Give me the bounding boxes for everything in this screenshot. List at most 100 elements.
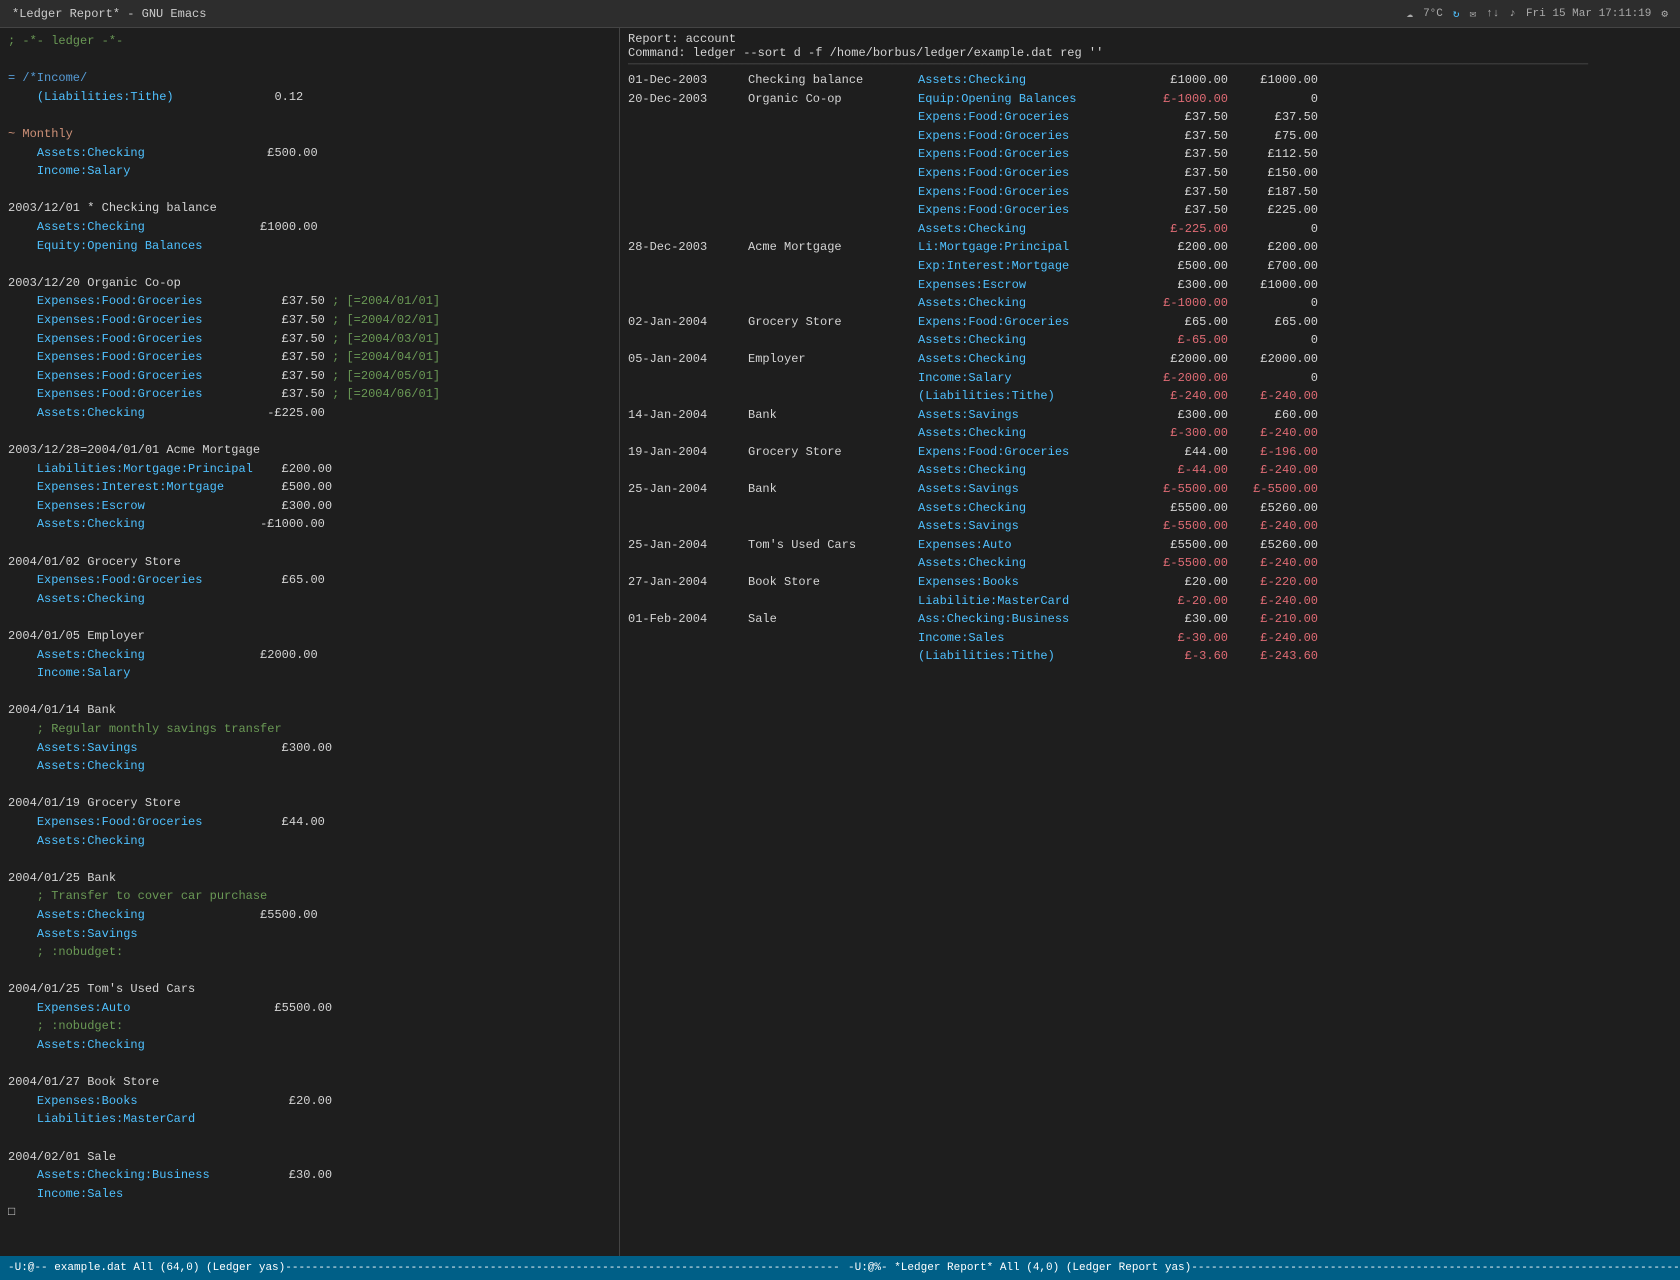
code-line: Expenses:Escrow £300.00 — [0, 497, 619, 516]
code-line: = /*Income/ — [0, 69, 619, 88]
monthly-tag: ~ Monthly — [0, 125, 619, 144]
report-entry: 28-Dec-2003 Acme Mortgage Li:Mortgage:Pr… — [620, 238, 1680, 257]
window-title: *Ledger Report* - GNU Emacs — [12, 7, 206, 21]
temperature: 7°C — [1423, 8, 1443, 20]
left-pane: ; -*- ledger -*- = /*Income/ (Liabilitie… — [0, 28, 620, 1256]
report-entry: Income:Salary £-2000.000 — [620, 369, 1680, 388]
volume-icon[interactable]: ♪ — [1509, 8, 1516, 20]
settings-icon[interactable]: ⚙ — [1661, 7, 1668, 21]
code-line: Income:Salary — [0, 162, 619, 181]
report-entry: Expenses:Escrow £300.00£1000.00 — [620, 276, 1680, 295]
report-entry: Expens:Food:Groceries £37.50£112.50 — [620, 145, 1680, 164]
report-entry: Expens:Food:Groceries £37.50£75.00 — [620, 127, 1680, 146]
network-icon: ↑↓ — [1486, 8, 1499, 20]
report-entry: 20-Dec-2003 Organic Co-op Equip:Opening … — [620, 90, 1680, 109]
code-line: ; -*- ledger -*- — [0, 32, 619, 51]
report-entry: 19-Jan-2004 Grocery Store Expens:Food:Gr… — [620, 443, 1680, 462]
report-entry: 05-Jan-2004 Employer Assets:Checking £20… — [620, 350, 1680, 369]
code-line: Expenses:Auto £5500.00 — [0, 999, 619, 1018]
refresh-icon[interactable]: ↻ — [1453, 7, 1460, 21]
statusbar: -U:@-- example.dat All (64,0) (Ledger ya… — [0, 1256, 1680, 1280]
code-line: Expenses:Food:Groceries £37.50 ; [=2004/… — [0, 367, 619, 386]
report-entry: 25-Jan-2004 Tom's Used Cars Expenses:Aut… — [620, 536, 1680, 555]
report-entry: 01-Feb-2004 Sale Ass:Checking:Business £… — [620, 610, 1680, 629]
code-line: ; :nobudget: — [0, 943, 619, 962]
code-line: 2003/12/20 Organic Co-op — [0, 274, 619, 293]
code-line: Assets:Checking £2000.00 — [0, 646, 619, 665]
report-label: Report: account — [620, 32, 1680, 46]
report-entry: 01-Dec-2003 Checking balance Assets:Chec… — [620, 71, 1680, 90]
right-pane: Report: account Command: ledger --sort d… — [620, 28, 1680, 1256]
report-entry: Expens:Food:Groceries £37.50£150.00 — [620, 164, 1680, 183]
report-entry: Income:Sales £-30.00£-240.00 — [620, 629, 1680, 648]
code-line: 2004/01/05 Employer — [0, 627, 619, 646]
report-entry: Assets:Savings £-5500.00£-240.00 — [620, 517, 1680, 536]
report-entry: 14-Jan-2004 Bank Assets:Savings £300.00£… — [620, 406, 1680, 425]
code-line: Expenses:Food:Groceries £65.00 — [0, 571, 619, 590]
statusbar-right: -U:@%- *Ledger Report* All (4,0) (Ledger… — [840, 1262, 1680, 1274]
code-line: 2003/12/28=2004/01/01 Acme Mortgage — [0, 441, 619, 460]
code-line: Assets:Checking — [0, 1036, 619, 1055]
report-entry: Assets:Checking £-1000.000 — [620, 294, 1680, 313]
report-entry: Assets:Checking £-300.00£-240.00 — [620, 424, 1680, 443]
titlebar: *Ledger Report* - GNU Emacs ☁ 7°C ↻ ✉ ↑↓… — [0, 0, 1680, 28]
cursor-line: □ — [0, 1203, 619, 1222]
code-line: 2004/01/14 Bank — [0, 701, 619, 720]
report-entry: (Liabilities:Tithe) £-3.60£-243.60 — [620, 647, 1680, 666]
code-line: Assets:Checking:Business £30.00 — [0, 1166, 619, 1185]
code-line: Income:Salary — [0, 664, 619, 683]
weather-icon: ☁ — [1406, 7, 1413, 21]
code-line: Expenses:Food:Groceries £37.50 ; [=2004/… — [0, 385, 619, 404]
code-line: ; Regular monthly savings transfer — [0, 720, 619, 739]
report-entry: Liabilitie:MasterCard £-20.00£-240.00 — [620, 592, 1680, 611]
report-entry: Assets:Checking £-5500.00£-240.00 — [620, 554, 1680, 573]
code-line: ; :nobudget: — [0, 1017, 619, 1036]
report-entry: 25-Jan-2004 Bank Assets:Savings £-5500.0… — [620, 480, 1680, 499]
code-line: Expenses:Food:Groceries £37.50 ; [=2004/… — [0, 311, 619, 330]
report-entry: Assets:Checking £-225.000 — [620, 220, 1680, 239]
code-line: Assets:Savings £300.00 — [0, 739, 619, 758]
report-entry: Assets:Checking £5500.00£5260.00 — [620, 499, 1680, 518]
report-entry: Expens:Food:Groceries £37.50£187.50 — [620, 183, 1680, 202]
mail-icon[interactable]: ✉ — [1470, 7, 1477, 21]
code-line: Assets:Checking -£1000.00 — [0, 515, 619, 534]
code-line: Assets:Checking — [0, 832, 619, 851]
code-line: (Liabilities:Tithe) 0.12 — [0, 88, 619, 107]
code-line: 2004/01/27 Book Store — [0, 1073, 619, 1092]
code-line: 2004/01/19 Grocery Store — [0, 794, 619, 813]
statusbar-left: -U:@-- example.dat All (64,0) (Ledger ya… — [0, 1262, 840, 1274]
report-entry: Expens:Food:Groceries £37.50£225.00 — [620, 201, 1680, 220]
code-line: Income:Sales — [0, 1185, 619, 1204]
code-line: Expenses:Food:Groceries £37.50 ; [=2004/… — [0, 348, 619, 367]
code-line: Assets:Savings — [0, 925, 619, 944]
code-line: 2004/01/25 Bank — [0, 869, 619, 888]
code-line: Expenses:Food:Groceries £37.50 ; [=2004/… — [0, 330, 619, 349]
code-line: Assets:Checking — [0, 757, 619, 776]
code-line: Assets:Checking — [0, 590, 619, 609]
code-line: ; Transfer to cover car purchase — [0, 887, 619, 906]
code-line: 2004/01/25 Tom's Used Cars — [0, 980, 619, 999]
datetime: Fri 15 Mar 17:11:19 — [1526, 8, 1651, 20]
code-line: Assets:Checking £5500.00 — [0, 906, 619, 925]
code-line: Equity:Opening Balances — [0, 237, 619, 256]
code-line: 2003/12/01 * Checking balance — [0, 199, 619, 218]
report-entry: (Liabilities:Tithe) £-240.00£-240.00 — [620, 387, 1680, 406]
code-line: Expenses:Interest:Mortgage £500.00 — [0, 478, 619, 497]
report-entry: Assets:Checking £-65.000 — [620, 331, 1680, 350]
code-line: Liabilities:Mortgage:Principal £200.00 — [0, 460, 619, 479]
report-entry: Exp:Interest:Mortgage £500.00£700.00 — [620, 257, 1680, 276]
report-entry: 02-Jan-2004 Grocery Store Expens:Food:Gr… — [620, 313, 1680, 332]
code-line: Expenses:Food:Groceries £37.50 ; [=2004/… — [0, 292, 619, 311]
code-line: 2004/02/01 Sale — [0, 1148, 619, 1167]
report-entry: Assets:Checking £-44.00£-240.00 — [620, 461, 1680, 480]
report-entry: Expens:Food:Groceries £37.50£37.50 — [620, 108, 1680, 127]
code-line: Expenses:Books £20.00 — [0, 1092, 619, 1111]
code-line: Liabilities:MasterCard — [0, 1110, 619, 1129]
report-entry: 27-Jan-2004 Book Store Expenses:Books £2… — [620, 573, 1680, 592]
code-line: Assets:Checking £500.00 — [0, 144, 619, 163]
report-command: Command: ledger --sort d -f /home/borbus… — [620, 46, 1680, 60]
code-line: 2004/01/02 Grocery Store — [0, 553, 619, 572]
separator: ────────────────────────────────────────… — [620, 60, 1680, 71]
code-line: Assets:Checking -£225.00 — [0, 404, 619, 423]
code-line: Assets:Checking £1000.00 — [0, 218, 619, 237]
